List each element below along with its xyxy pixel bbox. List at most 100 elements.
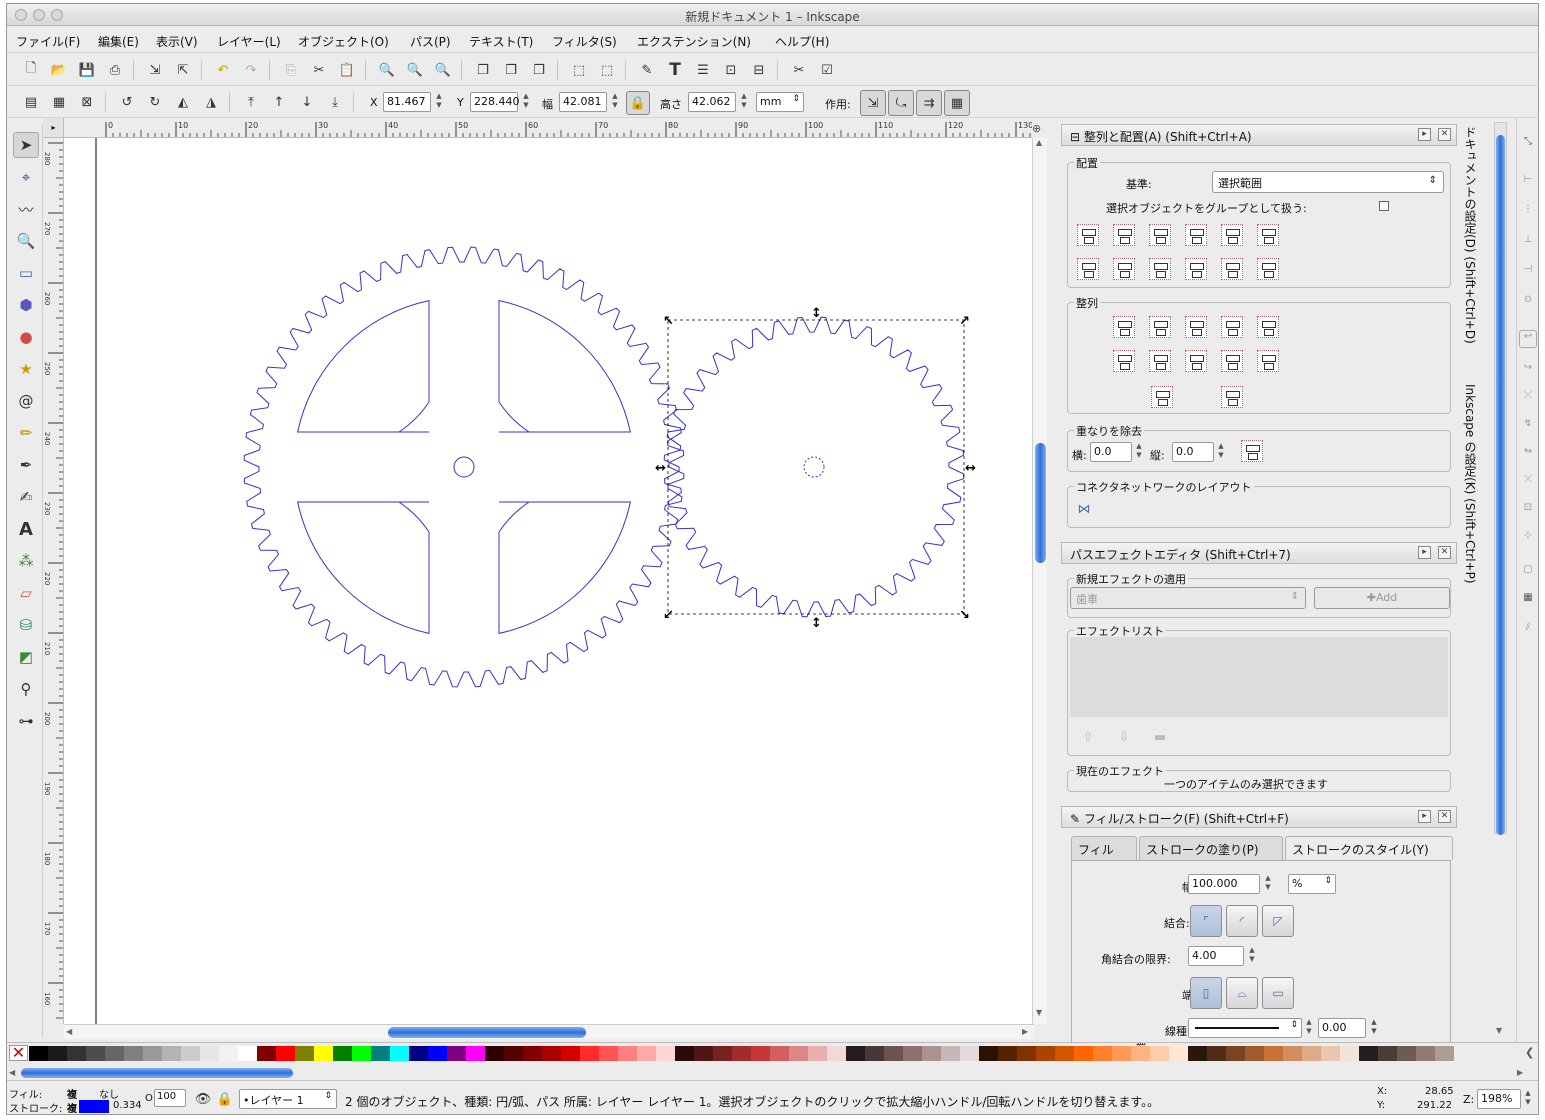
lpe-panel-close-icon[interactable]: ✕ (1438, 546, 1451, 559)
layer-select[interactable]: •レイヤー 1 ⇕ (239, 1089, 337, 1109)
palette-swatch[interactable] (67, 1046, 86, 1061)
opacity-field[interactable]: 100 (154, 1089, 186, 1107)
snap-smooth-icon[interactable]: ↬ (1519, 446, 1537, 464)
spray-tool-icon[interactable]: ⁂ (13, 548, 39, 574)
palette-swatch[interactable] (656, 1046, 675, 1061)
stroke-color-swatch[interactable] (79, 1100, 109, 1113)
palette-swatch[interactable] (1055, 1046, 1074, 1061)
selection-handle-2[interactable]: ↕ (811, 306, 822, 321)
height-stepper[interactable]: ▲ ▼ (739, 92, 749, 112)
graph-layout-icon[interactable] (1218, 383, 1246, 411)
large-gear[interactable] (243, 246, 685, 688)
zoom-field[interactable]: 198% (1477, 1089, 1521, 1109)
palette-scrollbar[interactable]: ◀ ▶ (7, 1066, 1538, 1080)
snap-page-icon[interactable]: ▢ (1519, 564, 1537, 582)
palette-swatch[interactable] (941, 1046, 960, 1061)
menu-text[interactable]: テキスト(T) (469, 33, 533, 50)
distribute-button-3-icon[interactable] (1182, 313, 1210, 341)
palette-swatch[interactable] (979, 1046, 998, 1061)
palette-scroll-thumb[interactable] (21, 1068, 293, 1078)
large-gear-outline[interactable] (243, 246, 685, 688)
palette-swatch[interactable] (1150, 1046, 1169, 1061)
y-stepper[interactable]: ▲ ▼ (521, 92, 531, 112)
layer-lock-icon[interactable]: 🔒 (215, 1089, 235, 1109)
palette-swatch[interactable] (523, 1046, 542, 1061)
palette-swatch[interactable] (466, 1046, 485, 1061)
distribute-button-5-icon[interactable] (1254, 313, 1282, 341)
dock-scrollbar[interactable] (1494, 122, 1507, 835)
print-icon[interactable]: ⎙ (105, 60, 125, 80)
group-icon[interactable]: ⬚ (569, 60, 589, 80)
zoom-stepper[interactable]: ▲ ▼ (1523, 1089, 1533, 1109)
round-cap-icon[interactable]: ⌓ (1226, 977, 1258, 1009)
align-button-2-icon[interactable] (1110, 221, 1138, 249)
zoom-drawing-icon[interactable]: 🔍 (405, 60, 425, 80)
palette-swatch[interactable] (371, 1046, 390, 1061)
zoom-corner-icon[interactable]: ⊕ (1032, 122, 1047, 137)
palette-swatch[interactable] (1416, 1046, 1435, 1061)
palette-swatch[interactable] (960, 1046, 979, 1061)
palette-swatch[interactable] (1397, 1046, 1416, 1061)
align-button-row2-1-icon[interactable] (1074, 255, 1102, 283)
eraser-tool-icon[interactable]: ▱ (13, 580, 39, 606)
palette-scroll-right-icon[interactable]: ▶ (1517, 1068, 1523, 1077)
ungroup-icon[interactable]: ⬚ (597, 60, 617, 80)
palette-swatch[interactable] (447, 1046, 466, 1061)
snap-nodes-icon[interactable]: ↩ (1519, 330, 1537, 348)
align-button-1-icon[interactable] (1074, 221, 1102, 249)
palette-swatch[interactable] (1245, 1046, 1264, 1061)
miter-limit-field[interactable]: 4.00 (1188, 946, 1244, 966)
palette-swatch[interactable] (1169, 1046, 1188, 1061)
snap-bbox-midpoint-icon[interactable]: ⊣ (1519, 264, 1537, 282)
palette-swatch[interactable] (637, 1046, 656, 1061)
menu-view[interactable]: 表示(V) (156, 33, 198, 50)
snap-bbox-icon[interactable]: ⊢ (1519, 174, 1537, 192)
deselect-icon[interactable]: ⊠ (77, 92, 97, 112)
palette-swatch[interactable] (1074, 1046, 1093, 1061)
palette-swatch[interactable] (1131, 1046, 1150, 1061)
palette-swatch[interactable] (808, 1046, 827, 1061)
snap-rotation-center-icon[interactable]: ⊹ (1519, 530, 1537, 548)
scroll-left-arrow-icon[interactable]: ◀ (66, 1027, 72, 1036)
dash-pattern-select[interactable]: ⇕ (1188, 1018, 1302, 1038)
dash-select-stepper[interactable]: ▲ ▼ (1304, 1018, 1314, 1038)
palette-swatch[interactable] (1264, 1046, 1283, 1061)
palette-swatch[interactable] (1207, 1046, 1226, 1061)
calligraphy-tool-icon[interactable]: ✍ (13, 484, 39, 510)
selection-handle-8[interactable]: ↘ (959, 608, 970, 623)
snap-guide-icon[interactable]: ⫽ (1519, 622, 1537, 640)
palette-swatch[interactable] (1435, 1046, 1454, 1061)
snap-bbox-center-icon[interactable]: ⊙ (1519, 294, 1537, 312)
align-button-row2-2-icon[interactable] (1110, 255, 1138, 283)
distribute-button-row2-4-icon[interactable] (1218, 347, 1246, 375)
palette-swatch[interactable] (143, 1046, 162, 1061)
palette-swatch[interactable] (903, 1046, 922, 1061)
palette-swatch[interactable] (314, 1046, 333, 1061)
align-distribute-icon[interactable]: ⊟ (749, 60, 769, 80)
selection-handle-1[interactable]: ↖ (663, 314, 674, 329)
selection-handle-6[interactable]: ↙ (663, 608, 674, 623)
rectangle-tool-icon[interactable]: ▭ (13, 260, 39, 286)
connector-layout-icon[interactable]: ⋈ (1074, 499, 1094, 519)
effect-type-select[interactable]: 歯車 ⇕ (1070, 587, 1306, 609)
distribute-button-row2-3-icon[interactable] (1182, 347, 1210, 375)
stroke-width-unit-select[interactable]: % ⇕ (1288, 874, 1336, 894)
drawing-canvas[interactable]: ↖ ↕ ↗ ↔ ↔ ↙ ↕ ↘ (64, 138, 1032, 1024)
palette-swatch[interactable] (333, 1046, 352, 1061)
export-icon[interactable]: ⇱ (173, 60, 193, 80)
distribute-button-row2-2-icon[interactable] (1146, 347, 1174, 375)
palette-swatch[interactable] (276, 1046, 295, 1061)
palette-swatch[interactable] (751, 1046, 770, 1061)
large-gear-hub[interactable] (453, 456, 475, 478)
menu-object[interactable]: オブジェクト(O) (298, 33, 389, 50)
scroll-down-arrow-icon[interactable]: ▼ (1036, 1008, 1042, 1017)
align-panel-close-icon[interactable]: ✕ (1438, 128, 1451, 141)
palette-menu-icon[interactable]: ❮ (1525, 1046, 1534, 1059)
undo-icon[interactable]: ↶ (213, 60, 233, 80)
preferences-icon[interactable]: ✂ (789, 60, 809, 80)
palette-swatch[interactable] (409, 1046, 428, 1061)
palette-swatch[interactable] (124, 1046, 143, 1061)
palette-swatch[interactable] (162, 1046, 181, 1061)
overlap-h-field[interactable]: 0.0 (1090, 442, 1132, 462)
snap-bbox-edge-icon[interactable]: ⋮ (1519, 204, 1537, 222)
